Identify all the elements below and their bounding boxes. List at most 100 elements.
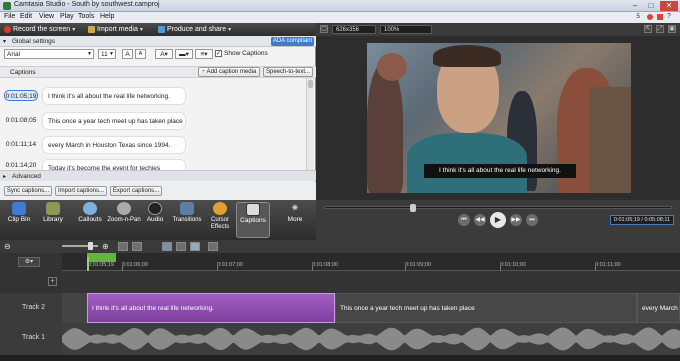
caption-clip[interactable]: every March bbox=[637, 293, 680, 323]
caption-text[interactable]: I think it's all about the real life net… bbox=[42, 87, 186, 105]
zoom-in-icon[interactable]: ⊕ bbox=[102, 242, 112, 251]
task-label: Zoom-n-Pan bbox=[107, 217, 141, 223]
import-captions-button[interactable]: Import captions... bbox=[55, 186, 107, 196]
track-2-header[interactable]: Track 2 bbox=[0, 293, 62, 323]
task-label: More bbox=[287, 216, 303, 223]
add-caption-label: Add caption media bbox=[206, 69, 257, 75]
minimize-button[interactable]: – bbox=[628, 1, 642, 11]
help-icon[interactable]: ? bbox=[667, 13, 671, 20]
record-label: Record the screen bbox=[13, 26, 71, 33]
caption-row[interactable]: 0:01:05;19 I think it's all about the re… bbox=[0, 84, 306, 111]
previous-clip-button[interactable]: ⏮ bbox=[458, 214, 470, 226]
task-more[interactable]: ✷ More bbox=[278, 202, 312, 238]
add-caption-media-button[interactable]: + Add caption media bbox=[198, 67, 260, 77]
track-1[interactable] bbox=[62, 323, 680, 355]
zoom-out-icon[interactable]: ⊖ bbox=[4, 242, 14, 251]
track-1-header[interactable]: Track 1 bbox=[0, 323, 62, 355]
crop-icon[interactable]: ▢ bbox=[320, 25, 328, 33]
task-label: Clip Bin bbox=[7, 216, 31, 223]
show-captions-checkbox[interactable]: ✓ bbox=[215, 50, 222, 57]
maximize-button[interactable]: □ bbox=[644, 1, 658, 11]
playhead-marker[interactable] bbox=[87, 253, 116, 355]
export-captions-button[interactable]: Export captions... bbox=[110, 186, 162, 196]
zoom-slider[interactable] bbox=[62, 242, 98, 250]
add-track-icon[interactable]: + bbox=[48, 277, 57, 286]
menu-view[interactable]: View bbox=[39, 13, 54, 20]
scroll-thumb[interactable] bbox=[308, 80, 313, 88]
fullscreen-icon[interactable]: ⤢ bbox=[656, 25, 664, 33]
copy-icon[interactable] bbox=[190, 242, 200, 251]
redo-icon[interactable] bbox=[132, 242, 142, 251]
timeline-ruler[interactable]: 0:01:05;19 0:01:06;00 0:01:07;00 0:01:08… bbox=[62, 253, 680, 271]
alert-icon[interactable] bbox=[647, 14, 653, 20]
decrease-font-button[interactable]: A bbox=[135, 49, 146, 59]
caption-text[interactable]: every March in Houston Texas since 1994. bbox=[42, 136, 186, 154]
plus-icon: + bbox=[201, 69, 206, 75]
caption-time[interactable]: 0:01:08;05 bbox=[4, 115, 38, 126]
font-color-button[interactable]: A▾ bbox=[155, 49, 173, 59]
gear-icon[interactable]: ⚙▾ bbox=[18, 257, 40, 267]
fill-color-button[interactable]: ▬▾ bbox=[175, 49, 193, 59]
seek-handle[interactable] bbox=[410, 204, 416, 212]
font-select[interactable]: Arial ▼ bbox=[4, 49, 94, 59]
play-button[interactable]: ▶ bbox=[490, 212, 506, 228]
task-callouts[interactable]: Callouts bbox=[73, 202, 107, 238]
task-library[interactable]: Library bbox=[36, 202, 70, 238]
fast-forward-button[interactable]: ▶▶ bbox=[510, 214, 522, 226]
caption-row[interactable]: 0:01:08;05 This once a year tech meet up… bbox=[0, 109, 306, 136]
global-settings-header[interactable]: ▾ Global settings ADA compliant bbox=[0, 36, 316, 47]
paste-icon[interactable] bbox=[208, 242, 218, 251]
full-view-icon[interactable]: ▣ bbox=[668, 25, 676, 33]
task-captions[interactable]: Captions bbox=[236, 202, 270, 238]
close-button[interactable]: ✕ bbox=[660, 1, 678, 11]
horizontal-scrollbar[interactable] bbox=[0, 355, 680, 361]
menu-file[interactable]: File bbox=[4, 13, 15, 20]
caption-clip[interactable]: This once a year tech meet up has taken … bbox=[335, 293, 637, 323]
menu-edit[interactable]: Edit bbox=[20, 13, 32, 20]
folder-icon bbox=[88, 26, 95, 33]
menu-tools[interactable]: Tools bbox=[78, 13, 94, 20]
zoom-slider-handle[interactable] bbox=[88, 242, 93, 250]
dimensions-select[interactable]: 626x356 bbox=[332, 25, 376, 34]
task-audio[interactable]: Audio bbox=[138, 202, 172, 238]
captions-scrollbar[interactable] bbox=[306, 78, 314, 170]
cut-icon[interactable] bbox=[162, 242, 172, 251]
detach-icon[interactable]: ⇱ bbox=[644, 25, 652, 33]
task-clip-bin[interactable]: Clip Bin bbox=[2, 202, 36, 238]
caption-text[interactable]: This once a year tech meet up has taken … bbox=[42, 112, 186, 130]
next-clip-button[interactable]: ⏭ bbox=[526, 214, 538, 226]
rewind-button[interactable]: ◀◀ bbox=[474, 214, 486, 226]
preview-panel: ▢ 626x356 100% ⇱ ⤢ ▣ I think it's all ab… bbox=[316, 23, 680, 200]
caption-text[interactable]: Today it's become the event for techies bbox=[42, 159, 186, 170]
caption-clip[interactable]: I think it's all about the real life net… bbox=[87, 293, 335, 323]
track-2[interactable]: I think it's all about the real life net… bbox=[62, 293, 680, 323]
sync-captions-button[interactable]: Sync captions... bbox=[4, 186, 52, 196]
advanced-header[interactable]: ▸ Advanced bbox=[0, 170, 316, 181]
caption-row[interactable]: 0:01:14;20 Today it's become the event f… bbox=[0, 156, 306, 170]
caption-time[interactable]: 0:01:14;20 bbox=[4, 160, 38, 170]
font-value: Arial bbox=[7, 51, 21, 58]
zoom-select[interactable]: 100% bbox=[380, 25, 432, 34]
undo-icon[interactable] bbox=[118, 242, 128, 251]
import-media-button[interactable]: Import media ▾ bbox=[88, 24, 143, 35]
video-frame[interactable]: I think it's all about the real life net… bbox=[367, 43, 631, 193]
task-cursor-effects[interactable]: Cursor Effects bbox=[203, 202, 237, 238]
record-button[interactable]: Record the screen ▾ bbox=[4, 24, 75, 35]
caption-time[interactable]: 0:01:05;19 bbox=[4, 90, 38, 101]
menu-play[interactable]: Play bbox=[60, 13, 74, 20]
chevron-down-icon: ▾ bbox=[139, 27, 143, 33]
ada-compliant-button[interactable]: ADA compliant bbox=[271, 37, 314, 46]
time-readout: 0:01:05;19 / 0:05:08;11 bbox=[610, 215, 674, 225]
produce-share-button[interactable]: Produce and share ▾ bbox=[158, 24, 231, 35]
alignment-button[interactable]: ≡▾ bbox=[195, 49, 213, 59]
split-icon[interactable] bbox=[176, 242, 186, 251]
increase-font-button[interactable]: A bbox=[122, 49, 133, 59]
task-zoom-n-pan[interactable]: Zoom-n-Pan bbox=[107, 202, 141, 238]
captions-label: Captions bbox=[10, 69, 36, 76]
speech-to-text-button[interactable]: Speech-to-text... bbox=[263, 67, 313, 77]
menu-help[interactable]: Help bbox=[100, 13, 114, 20]
caption-time[interactable]: 0:01:11;14 bbox=[4, 139, 38, 150]
seek-bar[interactable] bbox=[324, 204, 672, 212]
task-transitions[interactable]: Transitions bbox=[170, 202, 204, 238]
font-size-select[interactable]: 11 ▼ bbox=[98, 49, 116, 59]
